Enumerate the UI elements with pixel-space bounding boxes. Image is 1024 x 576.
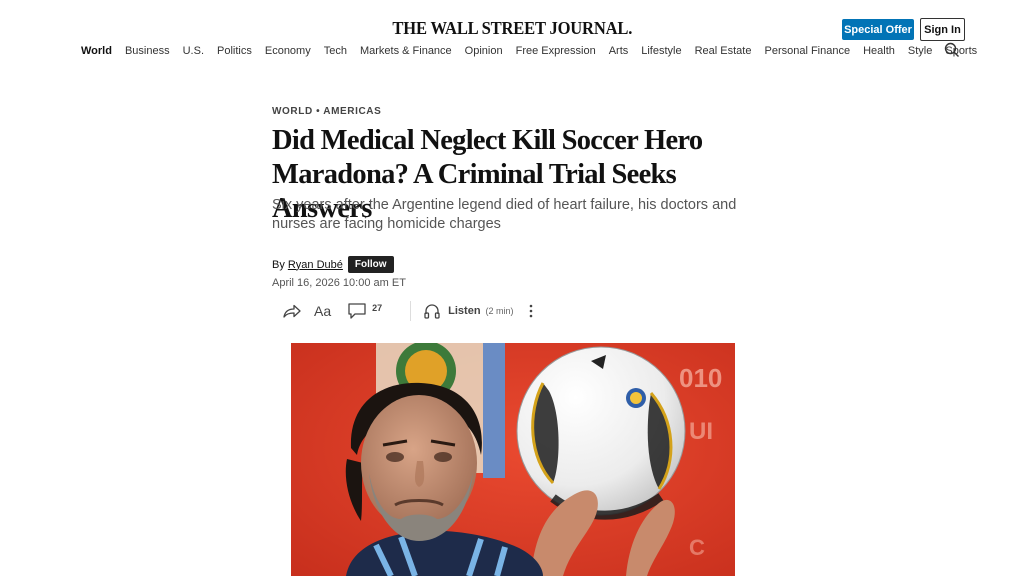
article-toolbar: Aa 27 Listen (2 min) [282,301,534,321]
article-dek: Six years after the Argentine legend die… [272,197,737,232]
share-button[interactable] [282,303,302,319]
maradona-photo: 010 UI C [291,343,735,576]
article-kicker[interactable]: WORLD • AMERICAS [272,106,381,117]
nav-item-free-expression[interactable]: Free Expression [516,45,596,57]
share-icon [283,304,301,318]
svg-text:C: C [689,535,705,560]
author-link[interactable]: Ryan Dubé [288,259,343,271]
publish-date: April 16, 2026 10:00 am ET [272,277,406,289]
follow-button[interactable]: Follow [347,256,394,273]
svg-text:UI: UI [689,418,713,445]
headphones-icon [424,304,440,319]
nav-item-real-estate[interactable]: Real Estate [695,45,752,57]
section-nav: World Business U.S. Politics Economy Tec… [81,43,990,59]
listen-button[interactable]: Listen (2 min) [423,303,514,319]
toolbar-divider [410,301,412,321]
nav-item-tech[interactable]: Tech [324,45,347,57]
byline: By Ryan Dubé Follow [272,256,394,273]
search-icon[interactable] [944,42,960,58]
sign-in-button[interactable]: Sign In [920,18,965,41]
more-options-button[interactable] [528,303,534,319]
listen-label: Listen [448,305,481,317]
text-size-button[interactable]: Aa [314,303,331,319]
comment-count: 27 [372,303,383,313]
hero-photo[interactable]: 010 UI C [291,343,735,576]
nav-item-business[interactable]: Business [125,45,170,57]
more-icon [529,304,532,318]
nav-item-markets-finance[interactable]: Markets & Finance [360,45,452,57]
nav-item-world[interactable]: World [81,45,112,57]
comment-icon [348,303,366,319]
nav-item-style[interactable]: Style [908,45,932,57]
masthead-title: THE WALL STREET JOURNAL. [392,18,632,38]
nav-item-politics[interactable]: Politics [217,45,252,57]
nav-item-arts[interactable]: Arts [609,45,629,57]
listen-duration: (2 min) [485,306,514,316]
comments-button[interactable]: 27 [347,302,382,320]
nav-item-lifestyle[interactable]: Lifestyle [641,45,681,57]
nav-item-economy[interactable]: Economy [265,45,311,57]
nav-item-us[interactable]: U.S. [183,45,204,57]
byline-prefix: By [272,258,285,271]
special-offer-button[interactable]: Special Offer [842,19,914,40]
nav-item-personal-finance[interactable]: Personal Finance [764,45,850,57]
nav-item-health[interactable]: Health [863,45,895,57]
svg-text:010: 010 [679,363,722,393]
nav-item-opinion[interactable]: Opinion [465,45,503,57]
